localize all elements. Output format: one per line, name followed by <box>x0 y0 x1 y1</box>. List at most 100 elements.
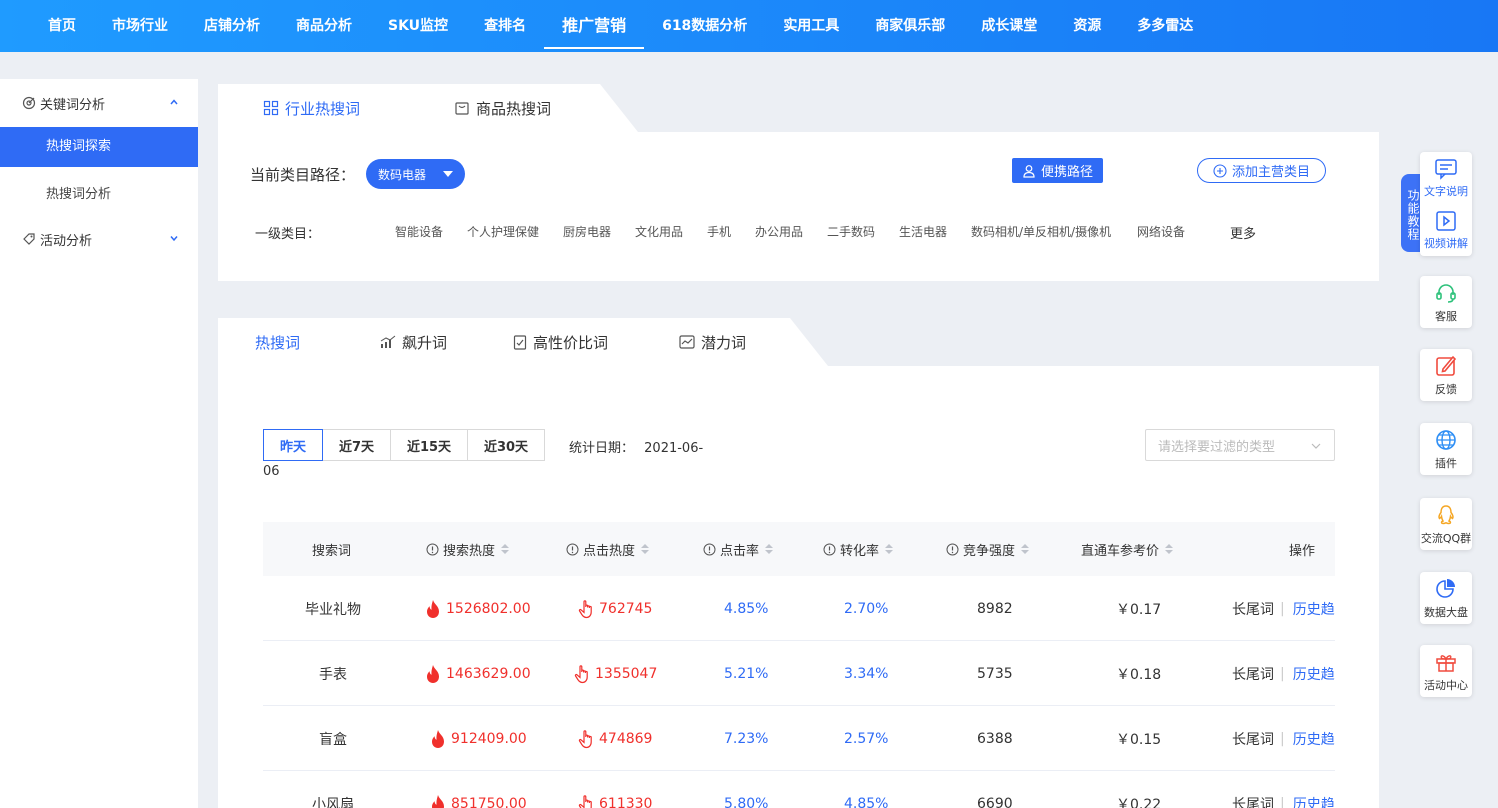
cell-ctr: 7.23% <box>724 730 769 747</box>
info-icon <box>426 543 439 555</box>
edit-icon <box>1436 355 1457 376</box>
col-header-search[interactable]: 搜索热度 <box>426 522 510 576</box>
service-card: 客服 <box>1420 276 1472 328</box>
sort-icon[interactable] <box>765 544 774 554</box>
nav-item-market[interactable]: 市场行业 <box>94 3 186 49</box>
date-yesterday-button[interactable]: 昨天 <box>263 429 323 461</box>
sort-icon[interactable] <box>1021 544 1030 554</box>
info-icon <box>566 543 579 555</box>
date-30days-button[interactable]: 近30天 <box>467 429 545 461</box>
nav-item-sku[interactable]: SKU监控 <box>370 3 466 49</box>
cell-price: ￥0.22 <box>1116 796 1162 808</box>
stat-date-value: 2021-06- <box>644 441 704 456</box>
filter-type-select[interactable]: 请选择要过滤的类型 <box>1145 429 1335 461</box>
category-path-select[interactable]: 数码电器 <box>366 159 465 189</box>
col-header-ctr[interactable]: 点击率 <box>703 522 774 576</box>
chevron-down-icon <box>1311 443 1321 449</box>
qq-group-button[interactable]: 交流QQ群 <box>1420 498 1472 550</box>
feedback-button[interactable]: 反馈 <box>1420 349 1472 401</box>
nav-item-tools[interactable]: 实用工具 <box>765 3 857 49</box>
tab-potential-words[interactable]: 潜力词 <box>679 318 746 366</box>
add-main-category-button[interactable]: 添加主营类目 <box>1197 158 1326 183</box>
sidebar-item-hot-analysis[interactable]: 热搜词分析 <box>0 175 198 215</box>
category-item[interactable]: 办公用品 <box>755 223 803 240</box>
headset-icon <box>1436 283 1456 303</box>
long-tail-link[interactable]: 长尾词 <box>1232 599 1274 619</box>
cell-actions: 长尾词 | 历史趋 <box>1232 729 1335 749</box>
nav-item-club[interactable]: 商家俱乐部 <box>857 3 963 49</box>
tab-industry-hot[interactable]: 行业热搜词 <box>263 84 360 132</box>
nav-item-class[interactable]: 成长课堂 <box>963 3 1055 49</box>
nav-item-goods[interactable]: 商品分析 <box>278 3 370 49</box>
category-item[interactable]: 手机 <box>707 223 731 240</box>
plugin-button[interactable]: 插件 <box>1420 423 1472 475</box>
category-item[interactable]: 智能设备 <box>395 223 443 240</box>
col-header-price[interactable]: 直通车参考价 <box>1081 522 1174 576</box>
long-tail-link[interactable]: 长尾词 <box>1232 729 1274 749</box>
nav-item-rank[interactable]: 查排名 <box>466 3 544 49</box>
history-trend-link[interactable]: 历史趋 <box>1293 794 1335 808</box>
category-item[interactable]: 厨房电器 <box>563 223 611 240</box>
history-trend-link[interactable]: 历史趋 <box>1293 599 1335 619</box>
table-row: 毕业礼物 1526802.00 762745 4.85% 2.70% 8982 … <box>263 576 1335 641</box>
sort-icon[interactable] <box>885 544 894 554</box>
col-header-cvr[interactable]: 转化率 <box>823 522 894 576</box>
tutorial-tag[interactable]: 功能教程 <box>1401 174 1420 252</box>
nav-item-resource[interactable]: 资源 <box>1055 3 1119 49</box>
long-tail-link[interactable]: 长尾词 <box>1232 664 1274 684</box>
col-header-competition[interactable]: 竞争强度 <box>946 522 1030 576</box>
category-item[interactable]: 生活电器 <box>899 223 947 240</box>
date-15days-button[interactable]: 近15天 <box>390 429 468 461</box>
category-item[interactable]: 二手数码 <box>827 223 875 240</box>
quick-path-button[interactable]: 便携路径 <box>1012 158 1103 183</box>
data-dashboard-button[interactable]: 数据大盘 <box>1420 572 1472 624</box>
nav-item-promotion[interactable]: 推广营销 <box>544 3 645 49</box>
history-trend-link[interactable]: 历史趋 <box>1293 664 1335 684</box>
trend-card-icon <box>679 335 695 349</box>
target-icon <box>22 96 36 110</box>
tab-value-words[interactable]: 高性价比词 <box>513 318 608 366</box>
text-doc-button[interactable]: 文字说明 <box>1420 158 1472 199</box>
bar-chart-icon <box>380 335 396 348</box>
table-row: 手表 1463629.00 1355047 5.21% 3.34% 5735 ￥… <box>263 641 1335 706</box>
sidebar-group-keyword[interactable]: 关键词分析 <box>0 79 198 127</box>
message-doc-icon <box>1435 158 1457 180</box>
activity-center-button[interactable]: 活动中心 <box>1420 645 1472 697</box>
cell-ctr: 4.85% <box>724 600 769 617</box>
category-item[interactable]: 数码相机/单反相机/摄像机 <box>971 223 1111 240</box>
clipboard-check-icon <box>513 335 527 350</box>
tutorial-card: 文字说明 视频讲解 <box>1420 152 1472 256</box>
sidebar-group-activity[interactable]: 活动分析 <box>0 215 198 263</box>
sidebar-item-hot-explore[interactable]: 热搜词探索 <box>0 127 198 167</box>
nav-item-radar[interactable]: 多多雷达 <box>1119 3 1211 49</box>
date-7days-button[interactable]: 近7天 <box>322 429 391 461</box>
nav-item-home[interactable]: 首页 <box>30 3 94 49</box>
sort-icon[interactable] <box>1165 544 1174 554</box>
video-tutorial-button[interactable]: 视频讲解 <box>1420 210 1472 251</box>
sort-icon[interactable] <box>501 544 510 554</box>
plus-circle-icon <box>1213 163 1227 178</box>
cell-search-heat: 851750.00 <box>429 771 527 808</box>
long-tail-link[interactable]: 长尾词 <box>1232 794 1274 808</box>
cell-competition: 6388 <box>977 730 1013 747</box>
cell-cvr: 2.70% <box>844 600 889 617</box>
col-header-click[interactable]: 点击热度 <box>566 522 650 576</box>
tab-goods-hot[interactable]: 商品热搜词 <box>454 84 551 132</box>
category-item[interactable]: 个人护理保健 <box>467 223 539 240</box>
cell-competition: 5735 <box>977 665 1013 682</box>
cell-cvr: 3.34% <box>844 665 889 682</box>
stat-date-value-cont: 06 <box>263 464 280 479</box>
fire-icon <box>432 794 444 808</box>
nav-item-618[interactable]: 618数据分析 <box>644 3 765 49</box>
tab-hot-words[interactable]: 热搜词 <box>255 318 300 366</box>
category-item[interactable]: 网络设备 <box>1137 223 1185 240</box>
info-icon <box>703 543 716 555</box>
history-trend-link[interactable]: 历史趋 <box>1293 729 1335 749</box>
hand-click-icon <box>578 599 592 618</box>
customer-service-button[interactable]: 客服 <box>1420 276 1472 328</box>
tab-rising-words[interactable]: 飙升词 <box>380 318 447 366</box>
category-more[interactable]: 更多 <box>1230 223 1256 242</box>
category-item[interactable]: 文化用品 <box>635 223 683 240</box>
nav-item-shop[interactable]: 店铺分析 <box>186 3 278 49</box>
sort-icon[interactable] <box>641 544 650 554</box>
